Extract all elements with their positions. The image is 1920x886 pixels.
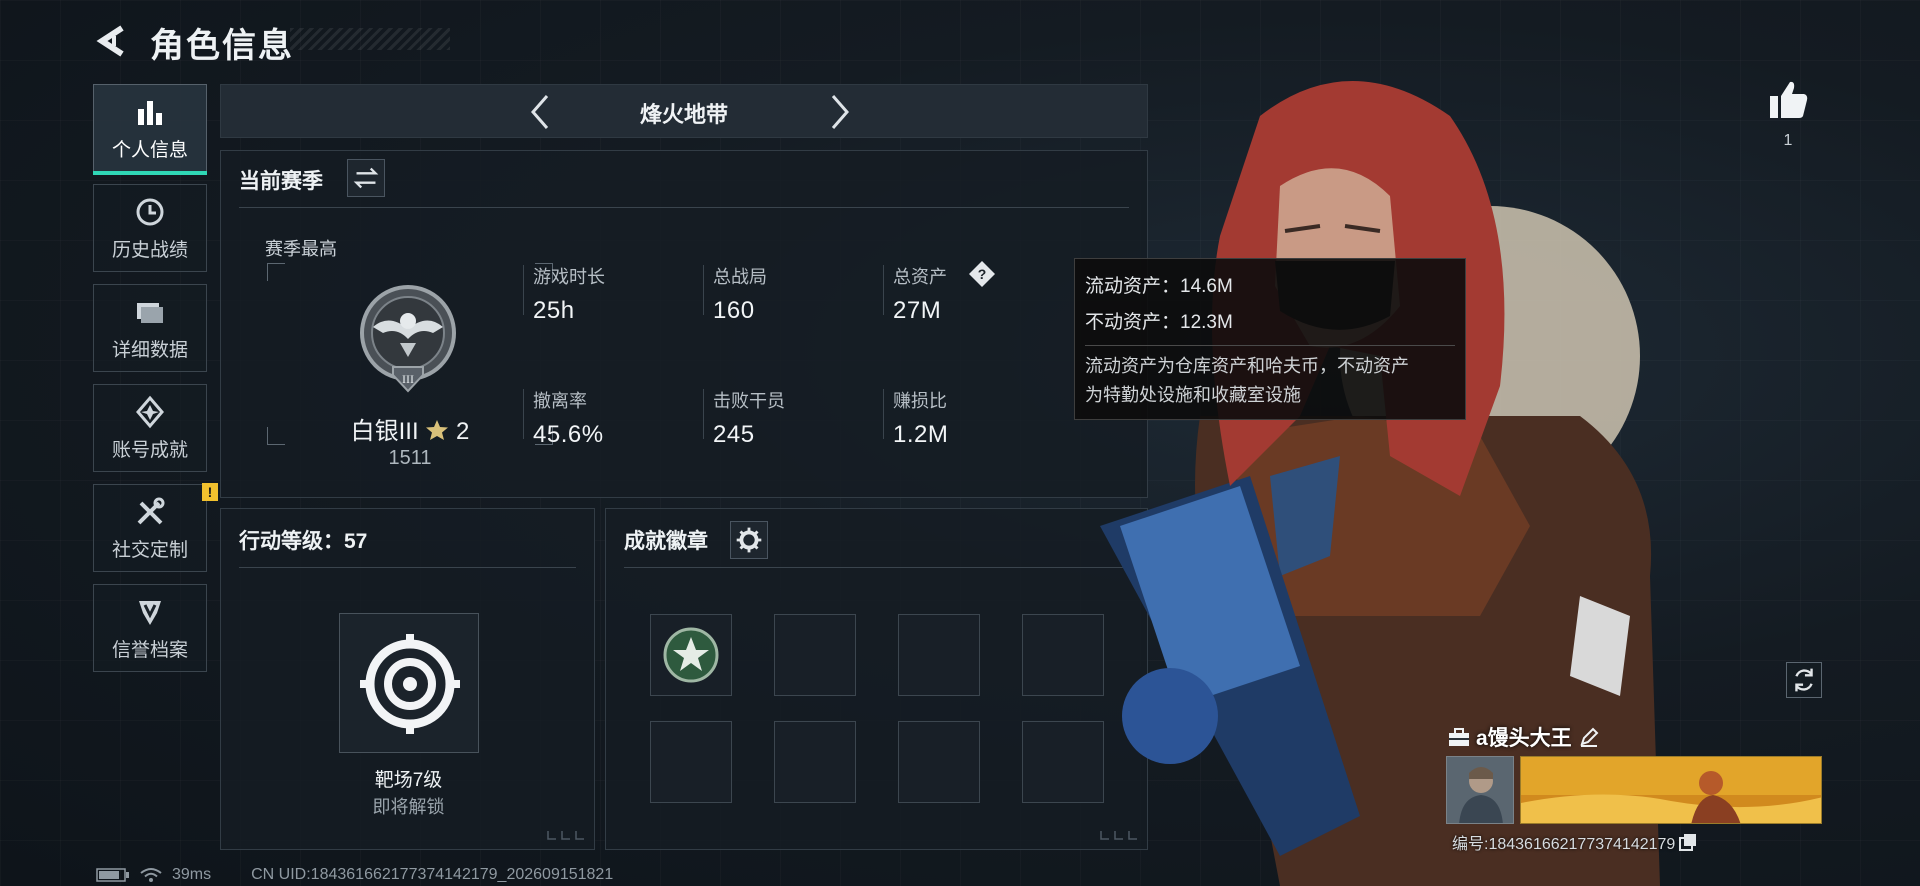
sidebar-item-label: 账号成就 bbox=[111, 439, 188, 461]
rank-frame: III 白银III 2 1511 bbox=[267, 263, 553, 469]
tooltip-description-line-1: 流动资产为仓库资产和哈夫币，不动资产 bbox=[1085, 356, 1409, 376]
copy-icon[interactable] bbox=[1679, 833, 1697, 851]
stat-extraction-rate: 撤离率 45.6% bbox=[523, 383, 693, 453]
stat-play-time: 游戏时长 25h bbox=[523, 259, 693, 329]
divider bbox=[239, 207, 1129, 208]
level-heading: 行动等级：57 bbox=[239, 530, 368, 553]
badge-slot[interactable] bbox=[650, 721, 732, 803]
uid-text: CN UID:184361662177374142179_20260915182… bbox=[251, 866, 614, 883]
level-panel: 行动等级：57 靶场7级 即将解锁 bbox=[220, 508, 595, 850]
badge-slot[interactable] bbox=[898, 721, 980, 803]
target-range-status: 即将解锁 bbox=[372, 797, 445, 817]
back-arrow-icon[interactable] bbox=[92, 22, 132, 60]
sidebar-item-credit-record[interactable]: 信誉档案 bbox=[93, 584, 207, 672]
player-id-row: 编号:184361662177374142179 bbox=[1452, 830, 1697, 854]
sidebar-item-label: 详细数据 bbox=[111, 339, 188, 361]
sidebar-item-social-custom[interactable]: 社交定制 ! bbox=[93, 483, 218, 572]
rank-emblem-icon: III bbox=[360, 285, 456, 393]
sidebar-item-label: 历史战绩 bbox=[111, 239, 188, 261]
stat-total-matches: 总战局 160 bbox=[703, 259, 873, 329]
sidebar-item-personal-info[interactable]: 个人信息 bbox=[93, 84, 207, 175]
sidebar-item-label: 个人信息 bbox=[111, 139, 188, 161]
corner-decoration bbox=[547, 831, 584, 840]
assets-tooltip: 流动资产：14.6M 不动资产：12.3M 流动资产为仓库资产和哈夫币，不动资产… bbox=[1074, 258, 1466, 420]
badge-slot[interactable] bbox=[898, 614, 980, 696]
player-name-row: a馒头大王 bbox=[1448, 722, 1600, 752]
achievement-badge-icon bbox=[663, 627, 719, 683]
shield-icon bbox=[139, 600, 161, 625]
player-banner[interactable] bbox=[1520, 756, 1822, 824]
refresh-icon[interactable] bbox=[1786, 662, 1822, 698]
tooltip-fixed-assets: 不动资产：12.3M bbox=[1085, 312, 1233, 333]
avatar[interactable] bbox=[1446, 756, 1514, 824]
svg-text:?: ? bbox=[978, 266, 987, 282]
tooltip-description-line-2: 为特勤处设施和收藏室设施 bbox=[1085, 385, 1301, 405]
ping-value: 39ms bbox=[172, 866, 212, 883]
player-id: 编号:184361662177374142179 bbox=[1452, 836, 1676, 853]
badge-slot[interactable] bbox=[774, 721, 856, 803]
thumbs-up-icon[interactable] bbox=[1764, 76, 1812, 124]
status-footer: 39ms CN UID:184361662177374142179_202609… bbox=[96, 866, 613, 884]
stat-operators-defeated: 击败干员 245 bbox=[703, 383, 873, 453]
medal-icon bbox=[136, 395, 164, 428]
sidebar: 个人信息 历史战绩 详细数据 账号成就 社交定制 ! 信誉档案 bbox=[93, 84, 218, 684]
sidebar-item-match-history[interactable]: 历史战绩 bbox=[93, 184, 207, 272]
stat-total-assets: 总资产 27M ? bbox=[883, 259, 1053, 329]
clock-icon bbox=[136, 198, 164, 225]
badge-slot[interactable] bbox=[650, 614, 732, 696]
sidebar-item-label: 信誉档案 bbox=[111, 639, 188, 661]
wifi-icon bbox=[140, 868, 162, 882]
badge-slot[interactable] bbox=[774, 614, 856, 696]
page-title: 角色信息 bbox=[150, 27, 294, 65]
badge-heading: 成就徽章 bbox=[624, 530, 708, 553]
rank-score: 1511 bbox=[388, 447, 432, 469]
tools-icon bbox=[137, 497, 165, 524]
title-decoration bbox=[290, 28, 450, 50]
chevron-right-icon[interactable] bbox=[819, 92, 859, 132]
sidebar-item-achievements[interactable]: 账号成就 bbox=[93, 384, 207, 472]
like-count: 1 bbox=[1783, 132, 1793, 149]
mode-selector: 烽火地带 bbox=[220, 84, 1148, 138]
svg-text:III: III bbox=[402, 372, 414, 386]
season-panel: 当前赛季 赛季最高 III 白银III 2 1511 游戏时长 25h 总战局 … bbox=[220, 150, 1148, 498]
rank-name: 白银III 2 bbox=[350, 418, 470, 445]
divider bbox=[624, 567, 1129, 568]
season-heading: 当前赛季 bbox=[239, 170, 323, 193]
mode-title: 烽火地带 bbox=[639, 102, 728, 127]
sidebar-item-label: 社交定制 bbox=[111, 539, 188, 561]
star-icon bbox=[426, 420, 449, 440]
gear-icon[interactable] bbox=[730, 521, 768, 559]
divider bbox=[239, 567, 576, 568]
sidebar-item-detailed-data[interactable]: 详细数据 bbox=[93, 284, 207, 372]
help-icon[interactable]: ? bbox=[967, 259, 997, 289]
swap-icon[interactable] bbox=[347, 159, 385, 197]
edit-icon[interactable] bbox=[1578, 726, 1600, 748]
player-name: a馒头大王 bbox=[1476, 727, 1572, 750]
tooltip-divider bbox=[1085, 345, 1455, 346]
warning-badge: ! bbox=[202, 483, 218, 501]
target-range-card[interactable] bbox=[339, 613, 479, 753]
folder-icon bbox=[137, 302, 163, 323]
battery-icon bbox=[96, 868, 129, 882]
tooltip-liquid-assets: 流动资产：14.6M bbox=[1085, 276, 1233, 297]
target-range-name: 靶场7级 bbox=[374, 770, 443, 791]
stat-profit-loss: 赚损比 1.2M bbox=[883, 383, 1053, 453]
bar-chart-icon bbox=[138, 100, 162, 125]
briefcase-icon bbox=[1449, 728, 1469, 746]
season-best-label: 赛季最高 bbox=[265, 239, 337, 259]
target-icon bbox=[360, 634, 460, 734]
